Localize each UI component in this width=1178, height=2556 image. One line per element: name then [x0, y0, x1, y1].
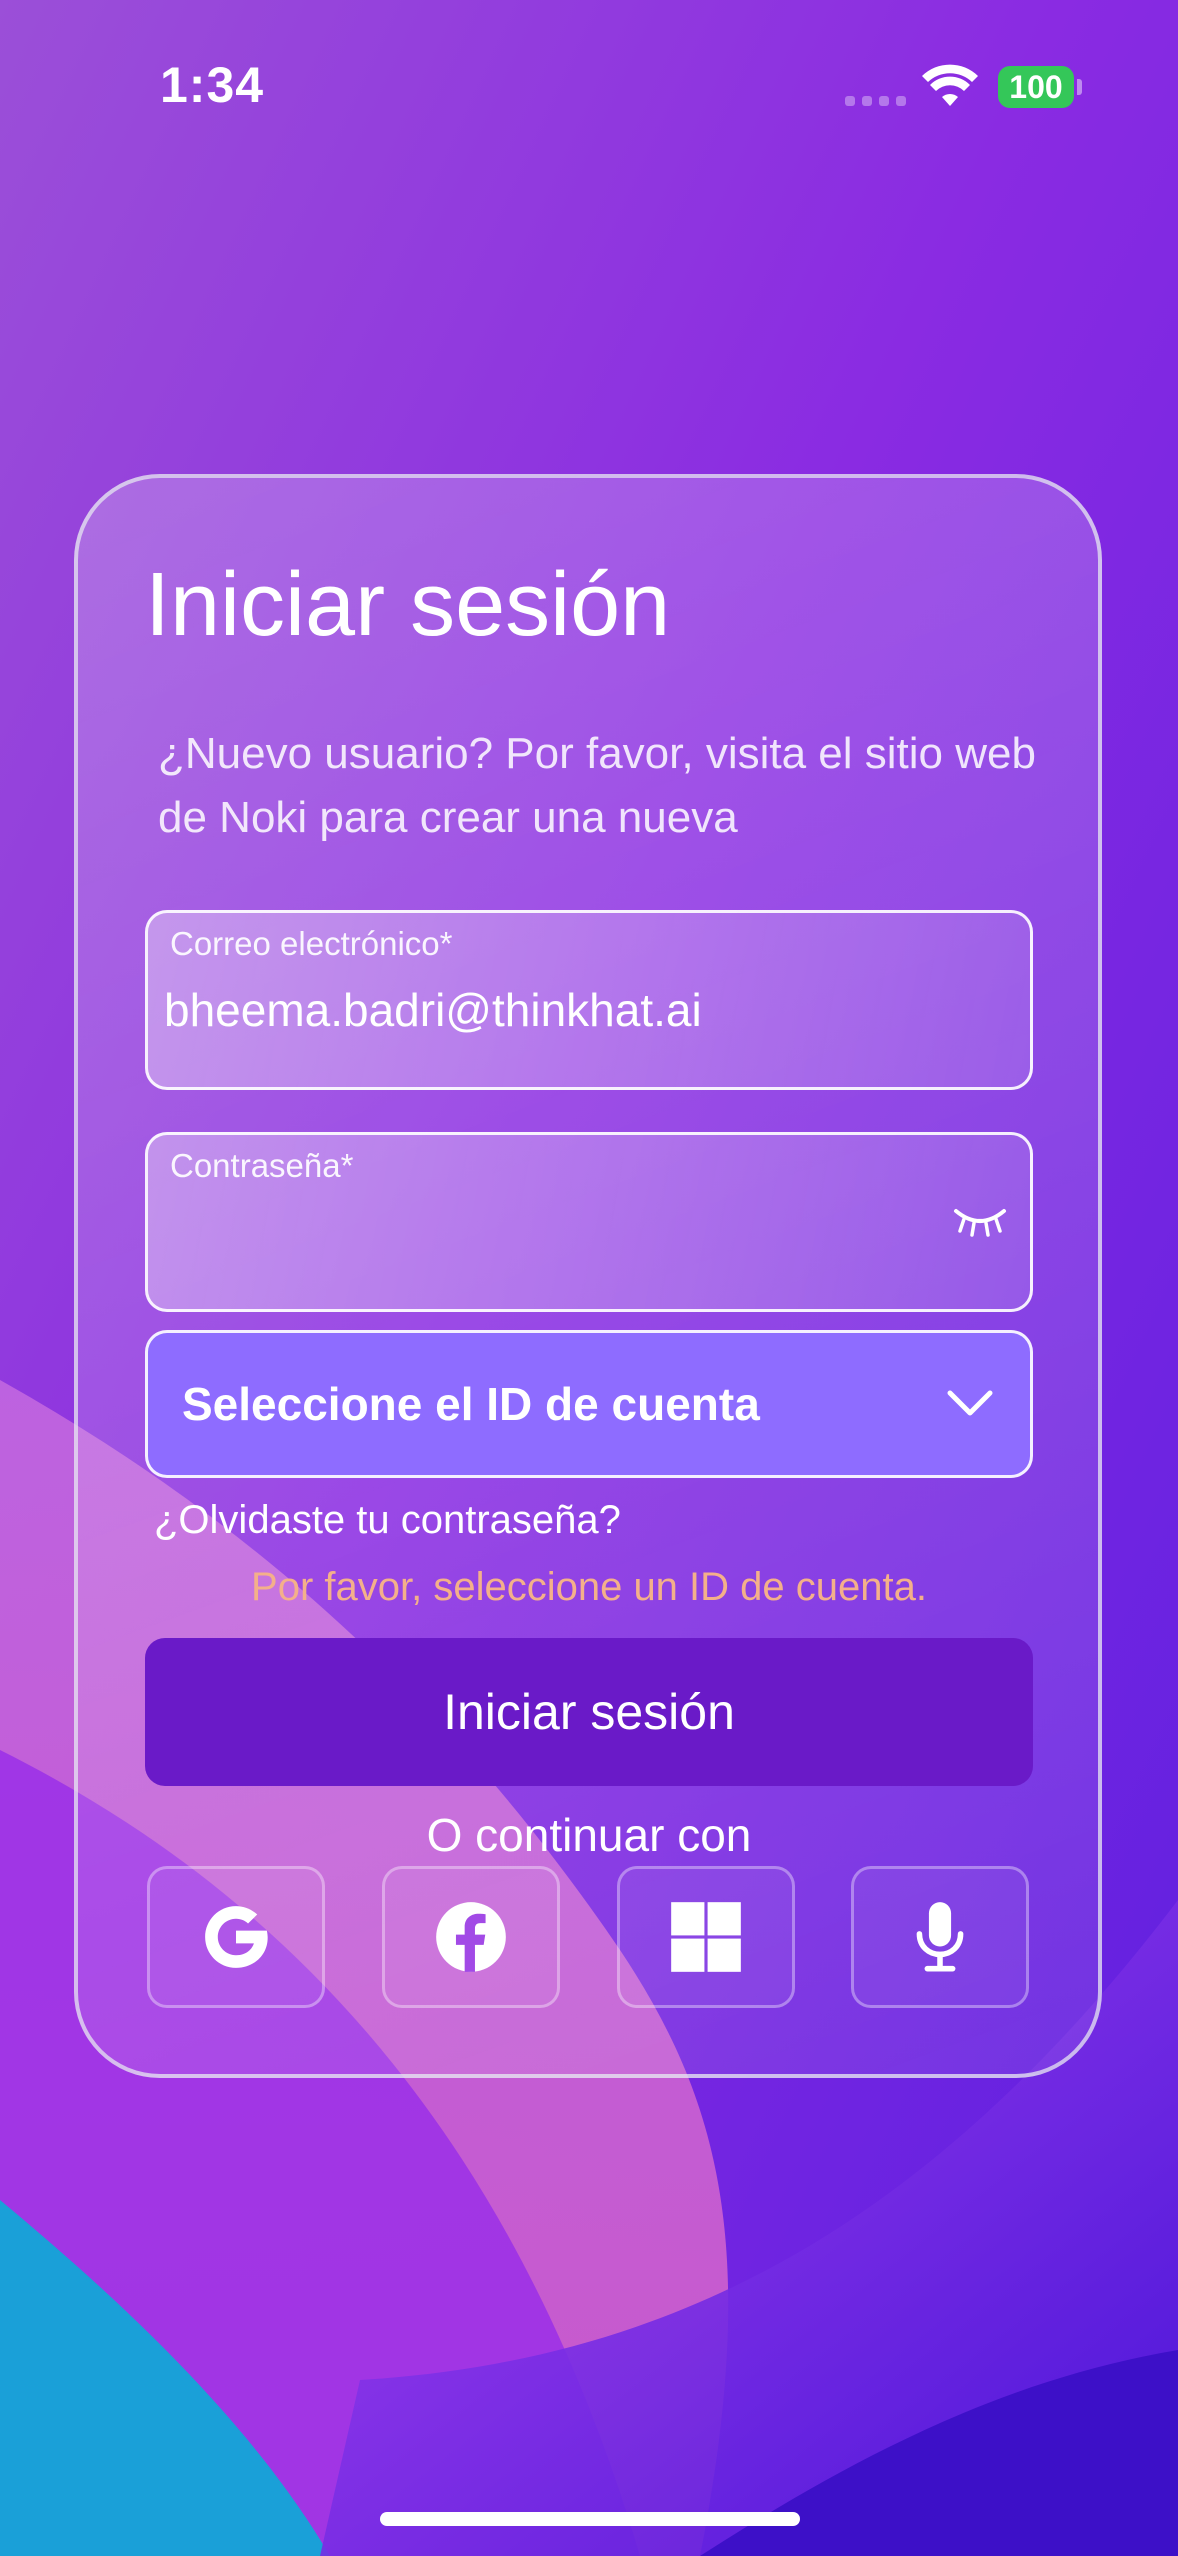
- page-title: Iniciar sesión: [145, 555, 671, 655]
- password-input[interactable]: [164, 1197, 964, 1267]
- microphone-icon: [916, 1902, 964, 1972]
- home-indicator[interactable]: [380, 2512, 800, 2526]
- chevron-down-icon: [947, 1390, 993, 1416]
- signup-hint-text: ¿Nuevo usuario? Por favor, visita el sit…: [158, 729, 1036, 842]
- social-divider-text: O continuar con: [426, 1809, 752, 1861]
- login-button[interactable]: Iniciar sesión: [145, 1638, 1033, 1786]
- email-field[interactable]: Correo electrónico*: [145, 910, 1033, 1090]
- windows-icon: [671, 1902, 741, 1972]
- password-field[interactable]: Contraseña*: [145, 1132, 1033, 1312]
- error-message: Por favor, seleccione un ID de cuenta.: [251, 1565, 927, 1609]
- battery-indicator: 100: [998, 66, 1074, 108]
- battery-tip: [1077, 79, 1082, 95]
- account-id-select[interactable]: Seleccione el ID de cuenta: [145, 1330, 1033, 1478]
- account-id-select-label: Seleccione el ID de cuenta: [182, 1378, 760, 1430]
- microsoft-login-button[interactable]: [617, 1866, 795, 2008]
- email-label: Correo electrónico*: [170, 925, 453, 962]
- google-login-button[interactable]: [147, 1866, 325, 2008]
- password-label: Contraseña*: [170, 1147, 354, 1184]
- email-input[interactable]: [164, 975, 964, 1045]
- facebook-login-button[interactable]: [382, 1866, 560, 2008]
- cellular-signal-icon: [845, 96, 906, 106]
- facebook-icon: [436, 1902, 506, 1972]
- wifi-icon: [922, 64, 978, 106]
- eye-closed-icon[interactable]: [952, 1201, 1008, 1241]
- forgot-password-link[interactable]: ¿Olvidaste tu contraseña?: [154, 1498, 621, 1543]
- voice-login-button[interactable]: [851, 1866, 1029, 2008]
- status-time: 1:34: [160, 57, 265, 113]
- google-icon: [205, 1906, 268, 1968]
